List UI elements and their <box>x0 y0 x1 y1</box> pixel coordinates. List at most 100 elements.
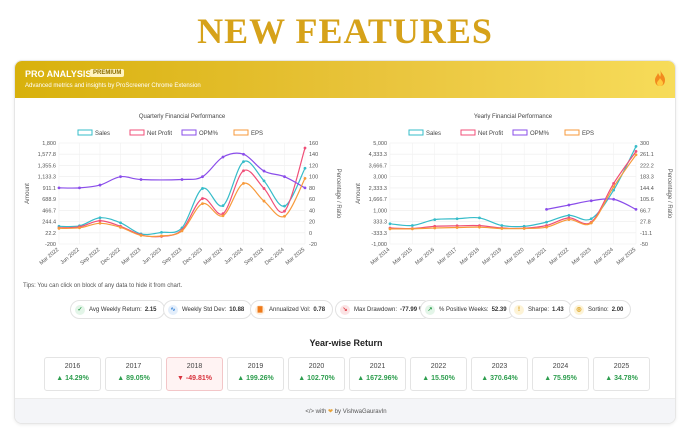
data-point-sales <box>589 217 593 221</box>
yearly-performance-chart[interactable]: Yearly Financial Performance Sales Net Pro… <box>346 101 676 279</box>
data-point-eps <box>545 225 548 229</box>
y-tick-label: 3,000 <box>373 175 387 181</box>
y2-tick-label: 27.8 <box>640 220 651 226</box>
year-return-value: ▲ 14.29% <box>45 375 100 382</box>
data-point-opm <box>180 178 184 181</box>
y-axis-label: Amount <box>356 183 362 204</box>
arrow-up-icon: ▲ <box>298 375 308 382</box>
data-point-sales <box>455 217 459 221</box>
y-tick-label: 22.2 <box>45 231 56 237</box>
data-point-opm <box>78 186 81 190</box>
legend-label[interactable]: OPM% <box>530 131 550 137</box>
yearwise-title: Year-wise Return <box>309 338 383 348</box>
metric-chip: ∿ Weekly Std Dev: 10.88 <box>163 300 253 319</box>
year-label: 2025 <box>613 363 630 370</box>
footer: </> with ❤ by VishwaGauravIn <box>15 398 675 423</box>
heart-icon: ❤ <box>328 409 334 415</box>
legend-swatch-sales <box>77 129 93 136</box>
year-return-text: 199.26% <box>246 375 274 382</box>
y-tick-label: 1,355.6 <box>38 163 56 169</box>
legend-label[interactable]: Sales <box>95 131 110 137</box>
legend-label[interactable]: EPS <box>582 131 594 137</box>
year-label: 2023 <box>491 363 508 370</box>
series-line-sales <box>389 146 637 228</box>
data-point-sales <box>221 204 225 208</box>
legend-swatch-netprofit <box>129 129 145 136</box>
data-point-sales <box>567 213 571 217</box>
legend-swatch-netprofit <box>460 129 476 136</box>
x-tick-label: Mar 2018 <box>459 247 481 267</box>
legend-label[interactable]: EPS <box>251 131 263 137</box>
y2-tick-label: 66.7 <box>640 208 651 214</box>
y-tick-label: 333.3 <box>373 220 387 226</box>
x-tick-label: Mar 2022 <box>39 247 61 267</box>
arrow-up-icon: ▲ <box>544 375 554 382</box>
y-tick-label: 466.7 <box>42 208 56 214</box>
data-point-netprofit <box>242 169 245 173</box>
quarterly-performance-chart[interactable]: Quarterly Financial Performance Sales Net … <box>15 101 346 279</box>
year-return-card: 2022 ▲ 15.50% <box>410 357 467 391</box>
data-point-eps <box>180 229 184 233</box>
arrow-up-icon: ▲ <box>237 375 247 382</box>
metric-chip: ✓ Avg Weekly Return: 2.15 <box>70 300 165 319</box>
x-tick-label: Dec 2024 <box>264 247 286 267</box>
y2-tick-label: 120 <box>309 163 318 169</box>
y-tick-label: 2,333.3 <box>369 186 387 192</box>
legend-swatch-sales <box>408 129 424 136</box>
legend-label[interactable]: Net Profit <box>147 131 172 137</box>
y-tick-label: 911.1 <box>43 186 56 192</box>
footer-author[interactable]: VishwaGauravIn <box>343 409 387 415</box>
banner-title: PRO ANALYSIS <box>25 69 92 79</box>
metric-value: 10.88 <box>229 306 245 313</box>
year-return-value: ▲ 370.64% <box>472 375 527 382</box>
x-tick-label: Mar 2014 <box>370 247 392 267</box>
data-point-eps <box>478 225 481 229</box>
year-return-text: 14.29% <box>65 375 89 382</box>
data-point-opm <box>242 152 245 156</box>
x-tick-label: Sep 2023 <box>161 247 183 267</box>
x-tick-label: Mar 2022 <box>549 247 571 267</box>
year-label: 2016 <box>64 363 81 370</box>
data-point-netprofit <box>303 146 307 150</box>
data-point-opm <box>98 183 102 187</box>
data-point-sales <box>98 216 102 220</box>
trend-up-icon: ↗ <box>425 304 435 315</box>
y-tick-label: 1,577.8 <box>38 152 56 158</box>
data-point-eps <box>78 226 81 230</box>
data-point-sales <box>634 144 638 148</box>
legend-label[interactable]: Sales <box>426 131 441 137</box>
x-tick-label: Mar 2024 <box>203 247 225 267</box>
year-label: 2020 <box>308 363 325 370</box>
arrow-up-icon: ▲ <box>357 375 367 382</box>
data-point-eps <box>160 234 163 238</box>
data-point-sales <box>119 221 122 225</box>
year-return-value: ▲ 89.05% <box>106 375 161 382</box>
x-tick-label: Mar 2024 <box>593 247 615 267</box>
data-point-opm <box>262 169 266 173</box>
year-return-text: -49.81% <box>185 375 212 382</box>
data-point-eps <box>500 227 504 230</box>
y-tick-label: 5,000 <box>373 141 387 147</box>
year-return-card: 2020 ▲ 102.70% <box>288 357 345 391</box>
y-tick-label: 3,666.7 <box>369 163 387 169</box>
year-return-value: ▲ 34.78% <box>594 375 649 382</box>
metric-value: 0.78 <box>313 306 326 313</box>
legend-label[interactable]: Net Profit <box>478 131 503 137</box>
metric-value: 2.00 <box>611 306 624 313</box>
metric-chip: ↗ % Positive Weeks: 52.39 <box>420 300 515 319</box>
data-point-eps <box>119 225 122 229</box>
chart-tip-text: Tips: You can click on block of any data… <box>23 283 183 289</box>
x-tick-label: Mar 2016 <box>414 247 436 267</box>
year-return-value: ▼ -49.81% <box>167 375 222 382</box>
data-point-opm <box>139 178 143 181</box>
legend-label[interactable]: OPM% <box>199 131 219 137</box>
data-point-eps <box>262 199 266 203</box>
year-return-card: 2016 ▲ 14.29% <box>44 357 101 391</box>
y2-tick-label: 20 <box>309 220 315 226</box>
data-point-opm <box>221 155 225 159</box>
data-point-sales <box>478 216 481 220</box>
data-point-sales <box>303 166 307 170</box>
metric-label: Avg Weekly Return: <box>89 306 142 313</box>
data-point-opm <box>119 175 122 179</box>
footer-credit: </> with ❤ by VishwaGauravIn <box>15 408 675 415</box>
